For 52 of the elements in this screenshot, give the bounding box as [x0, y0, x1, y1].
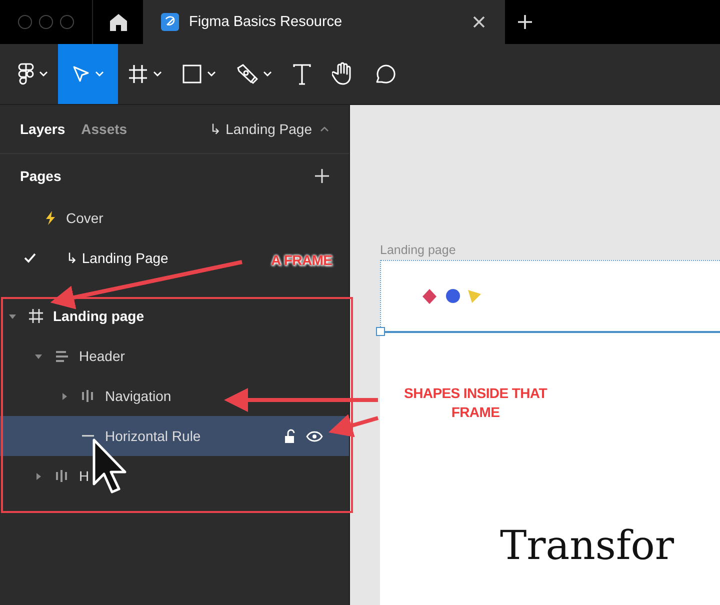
- triangle-icon: [468, 290, 481, 302]
- logo-icon: [18, 63, 34, 85]
- current-page-label[interactable]: ↳ Landing Page: [210, 121, 312, 137]
- page-heading: Transfor: [500, 523, 674, 569]
- browser-tab[interactable]: Figma Basics Resource: [143, 0, 505, 44]
- diamond-icon: [421, 288, 438, 304]
- chevron-down-icon: [153, 71, 162, 77]
- text-icon: [292, 63, 312, 85]
- frame-label: Landing page: [380, 243, 457, 257]
- layer-row[interactable]: Horizontal Rule: [0, 416, 349, 456]
- caret-right-icon[interactable]: [34, 472, 42, 480]
- frame-icon: [128, 64, 148, 84]
- lightning-icon: [46, 211, 55, 225]
- close-icon[interactable]: [473, 16, 485, 28]
- chevron-down-icon: [207, 71, 216, 77]
- page-item[interactable]: ↳ Landing Page: [0, 238, 174, 278]
- layer-row[interactable]: Header: [0, 336, 349, 376]
- caret-down-icon[interactable]: [34, 352, 42, 360]
- layer-row[interactable]: H: [0, 456, 349, 496]
- chevron-down-icon: [263, 71, 272, 77]
- vertical-stack-icon: [56, 350, 68, 362]
- home-icon[interactable]: [110, 14, 126, 30]
- plus-icon[interactable]: [315, 169, 329, 183]
- resize-handle[interactable]: [376, 327, 385, 336]
- pen-icon: [236, 63, 258, 85]
- circle-icon: [446, 289, 460, 303]
- horizontal-stack-icon: [82, 390, 94, 402]
- layer-row[interactable]: Landing page: [0, 296, 349, 336]
- pointer-icon: [72, 65, 90, 83]
- chevron-down-icon: [39, 71, 48, 77]
- panel-tab[interactable]: Assets: [81, 121, 128, 137]
- annotation-label: A FRAME: [271, 252, 332, 268]
- line-icon: [82, 434, 94, 438]
- page-item[interactable]: Cover: [0, 198, 110, 238]
- panel-tab[interactable]: Layers: [20, 121, 66, 137]
- chevron-down-icon: [95, 71, 104, 77]
- frame-icon: [29, 309, 43, 323]
- chevron-up-icon[interactable]: [320, 126, 329, 132]
- eye-icon[interactable]: [306, 430, 323, 442]
- hand-icon: [332, 62, 354, 86]
- layer-row[interactable]: Navigation: [0, 376, 349, 416]
- caret-right-icon[interactable]: [60, 392, 68, 400]
- rectangle-icon: [182, 64, 202, 84]
- section-title: Pages: [20, 168, 62, 184]
- plus-icon[interactable]: [518, 15, 532, 29]
- comment-icon: [374, 63, 396, 85]
- horizontal-stack-icon: [56, 470, 68, 482]
- check-icon: [24, 253, 36, 263]
- caret-down-icon[interactable]: [8, 312, 16, 320]
- annotation-label: SHAPES INSIDE THAT FRAME: [403, 384, 548, 422]
- arrow: [328, 414, 379, 438]
- file-icon: [161, 13, 179, 31]
